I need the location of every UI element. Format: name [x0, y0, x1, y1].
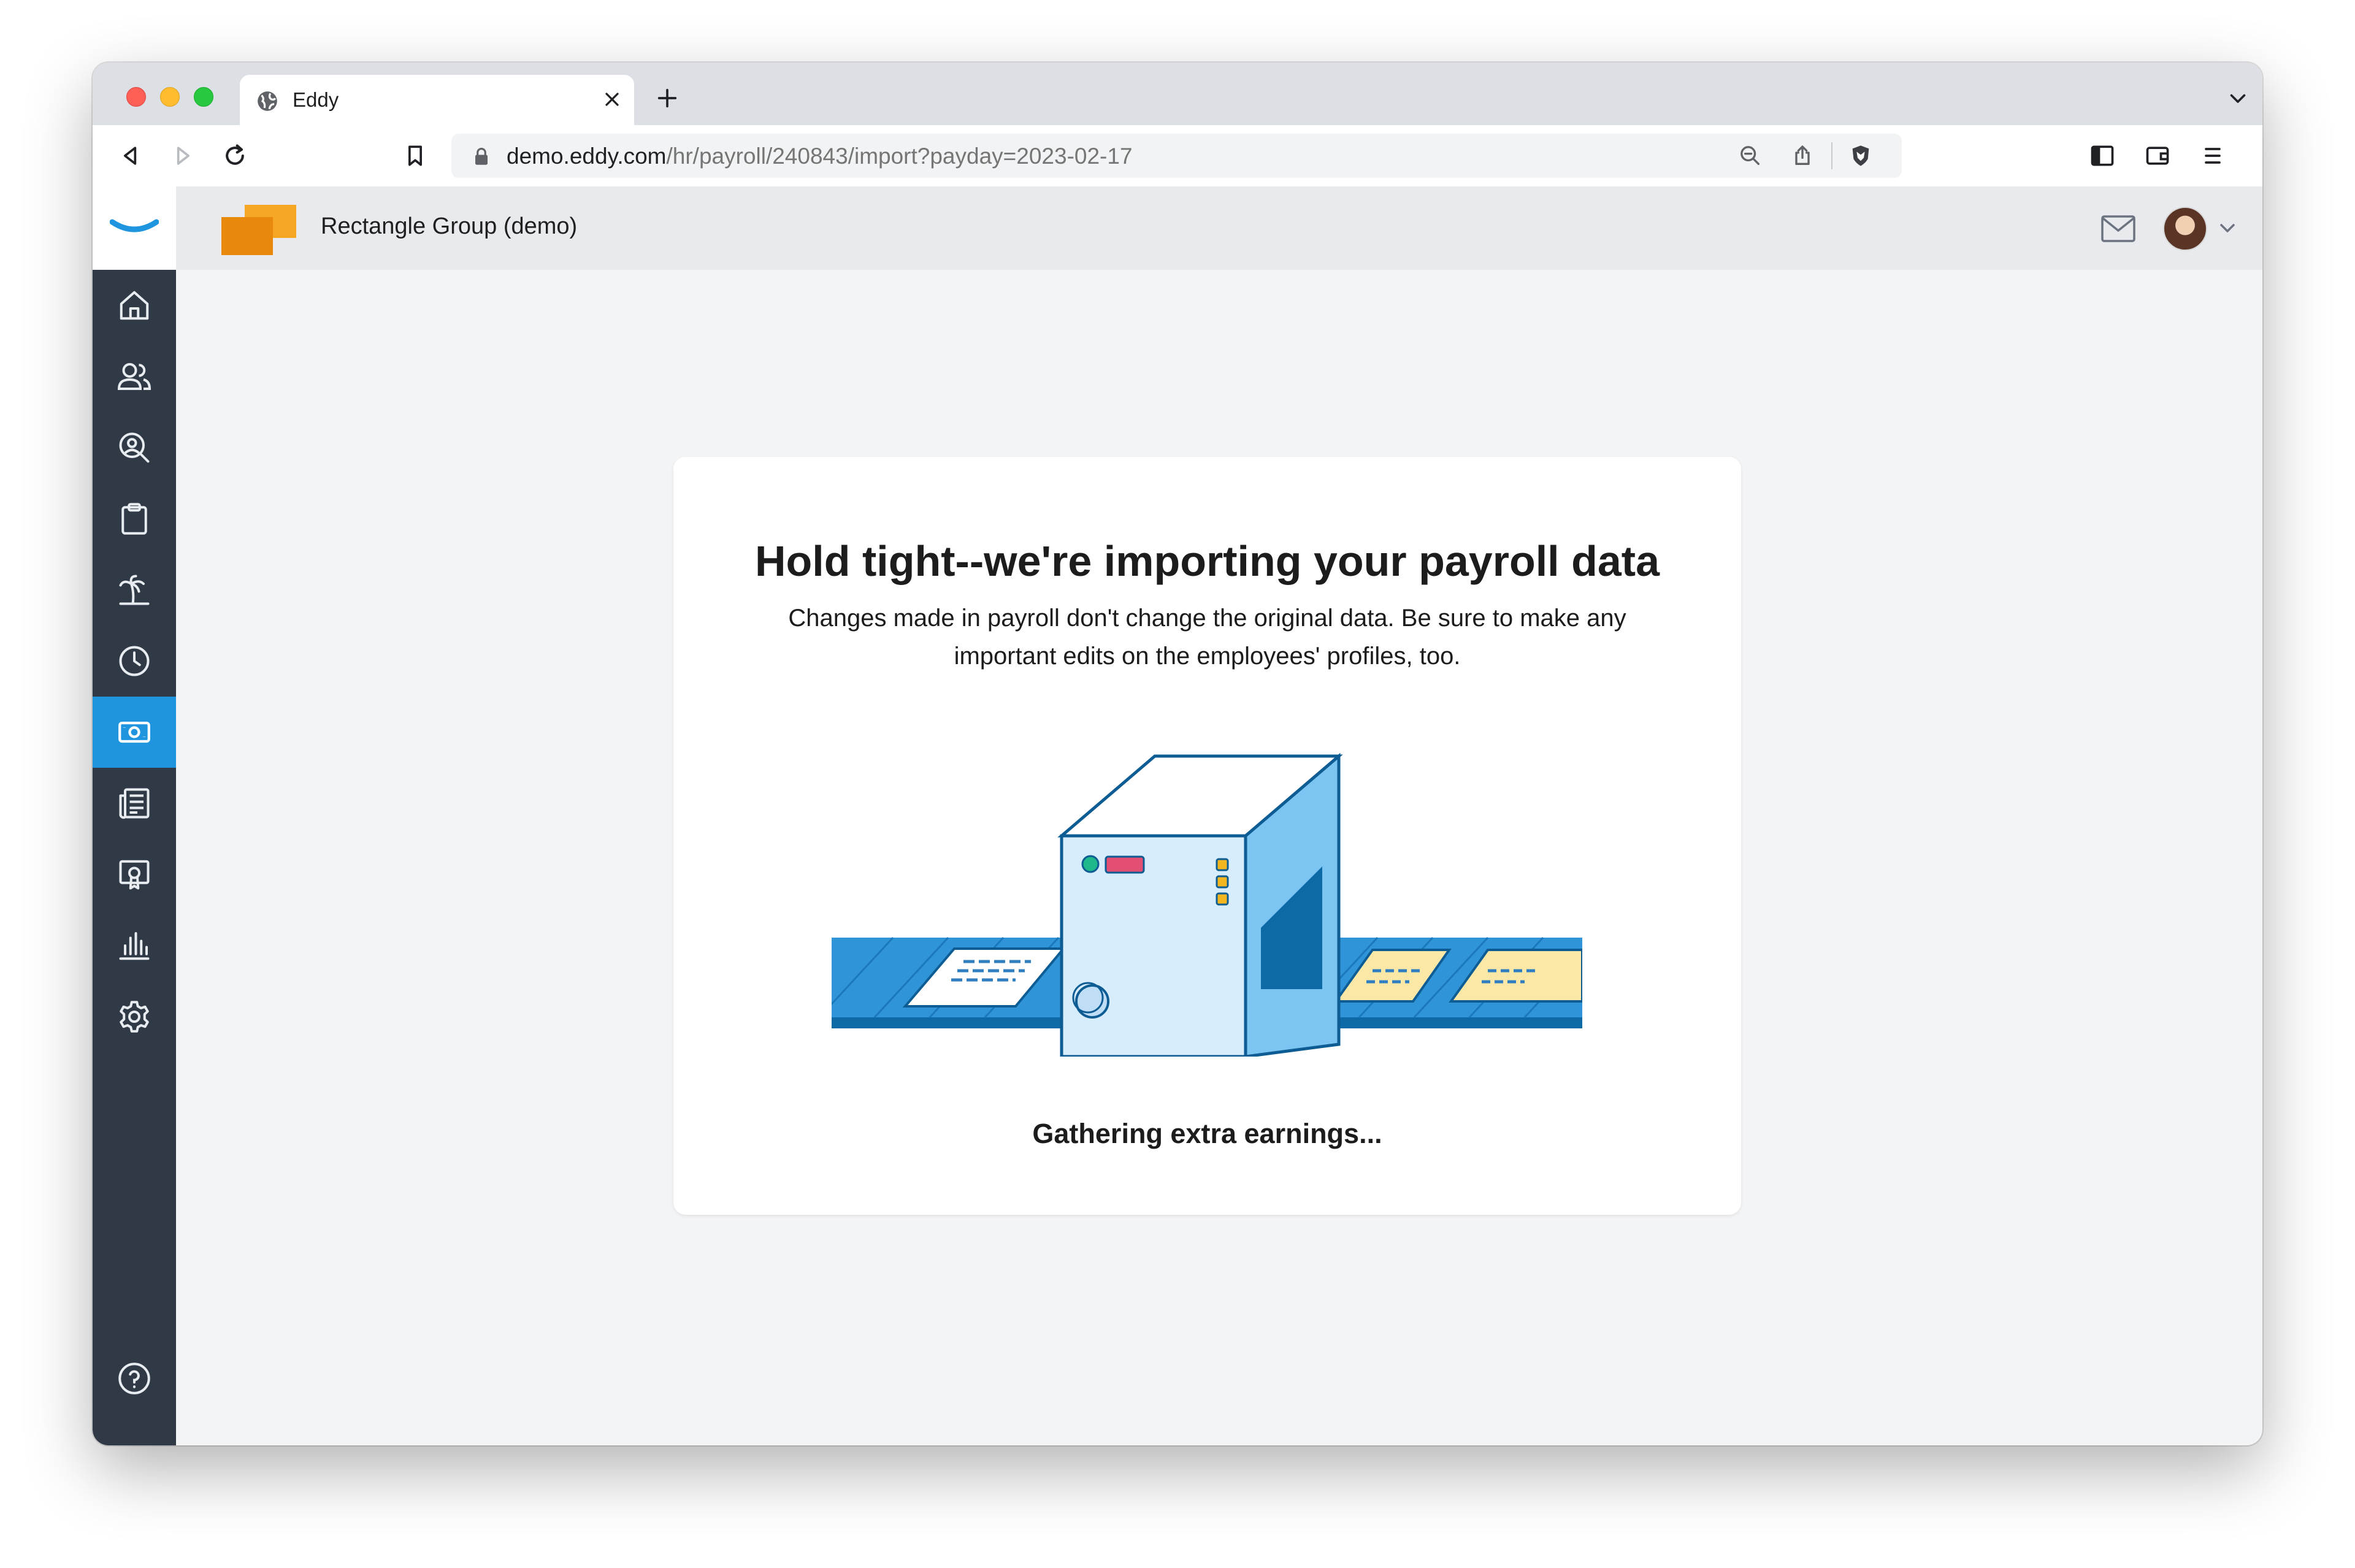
help-icon — [118, 1363, 150, 1394]
bookmark-icon[interactable] — [402, 142, 429, 169]
browser-tab[interactable]: Eddy — [240, 75, 634, 125]
globe-icon — [258, 91, 277, 111]
sidebar-item-news[interactable] — [93, 768, 176, 839]
navigation-bar: demo.eddy.com/hr/payroll/240843/import?p… — [93, 125, 2262, 188]
payroll-machine-illustration — [832, 752, 1582, 1057]
company-name[interactable]: Rectangle Group (demo) — [321, 213, 577, 240]
tab-bar: Eddy — [93, 63, 2262, 125]
import-status-text: Gathering extra earnings... — [1032, 1118, 1382, 1149]
sidebar-toggle-icon[interactable] — [2089, 142, 2116, 169]
minimize-window-button[interactable] — [160, 87, 180, 107]
chevron-down-icon[interactable] — [2227, 87, 2249, 109]
sidebar-item-home[interactable] — [93, 270, 176, 341]
browser-window: Eddy demo.eddy.com/hr/payroll/240843/imp… — [93, 63, 2262, 1445]
wallet-icon[interactable] — [2144, 142, 2171, 169]
sidebar-item-people[interactable] — [93, 341, 176, 412]
clipboard-icon — [121, 503, 147, 535]
zoom-window-button[interactable] — [194, 87, 213, 107]
reports-icon — [119, 932, 150, 960]
brave-shield-icon[interactable] — [1848, 143, 1873, 168]
lock-icon — [475, 147, 488, 165]
sidebar-item-hiring[interactable] — [93, 412, 176, 483]
tab-title: Eddy — [293, 88, 339, 111]
sidebar-item-payroll[interactable] — [93, 697, 176, 768]
payroll-money-icon — [118, 721, 150, 743]
url-text: demo.eddy.com/hr/payroll/240843/import?p… — [507, 143, 1133, 169]
url-path: /hr/payroll/240843/import?payday=2023-02… — [666, 143, 1133, 169]
sidebar-item-training[interactable] — [93, 839, 176, 910]
sidebar-item-settings[interactable] — [93, 981, 176, 1052]
back-icon[interactable] — [117, 142, 144, 169]
sidebar-item-time-off[interactable] — [93, 554, 176, 625]
news-icon — [119, 788, 150, 819]
company-logo[interactable] — [221, 205, 296, 255]
forward-icon[interactable] — [169, 142, 196, 169]
home-icon — [120, 291, 149, 320]
import-description: Changes made in payroll don't change the… — [788, 605, 1626, 670]
sidebar-item-reports[interactable] — [93, 910, 176, 981]
avatar[interactable] — [2163, 207, 2207, 251]
people-icon — [117, 363, 151, 390]
omnibox-divider — [1831, 142, 1832, 169]
zoom-out-icon[interactable] — [1738, 143, 1763, 168]
url-host: demo.eddy.com — [507, 143, 667, 169]
sidebar-item-time-tracking[interactable] — [93, 625, 176, 697]
clock-icon — [119, 646, 150, 676]
sidebar-item-help[interactable] — [93, 1343, 176, 1414]
share-icon[interactable] — [1790, 143, 1815, 168]
eddy-smile-icon — [110, 219, 159, 232]
chevron-down-icon[interactable] — [2218, 221, 2237, 235]
page-title: Hold tight--we're importing your payroll… — [754, 537, 1660, 585]
close-window-button[interactable] — [126, 87, 146, 107]
certificate-icon — [119, 860, 150, 890]
new-tab-icon[interactable] — [655, 86, 680, 110]
person-search-icon — [119, 432, 150, 463]
import-progress-card: Hold tight--we're importing your payroll… — [673, 457, 1741, 1215]
mail-icon[interactable] — [2100, 215, 2136, 243]
eddy-logo[interactable] — [93, 186, 176, 270]
sidebar — [93, 270, 176, 1445]
reload-icon[interactable] — [221, 142, 248, 169]
close-tab-icon[interactable] — [601, 88, 623, 110]
palm-tree-icon — [119, 575, 150, 605]
app-header: Rectangle Group (demo) — [93, 186, 2262, 270]
gear-icon — [120, 1001, 149, 1033]
address-bar[interactable]: demo.eddy.com/hr/payroll/240843/import?p… — [451, 134, 1902, 178]
menu-icon[interactable] — [2199, 142, 2226, 169]
sidebar-item-onboarding[interactable] — [93, 483, 176, 554]
